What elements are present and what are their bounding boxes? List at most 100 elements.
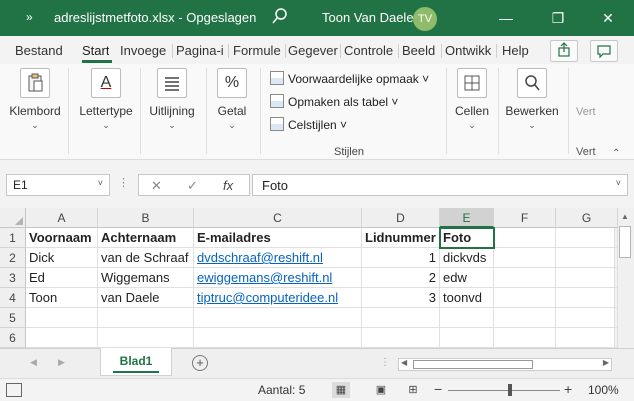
scroll-right-icon[interactable]: ▶ (603, 358, 609, 367)
cell-g1[interactable] (556, 228, 618, 248)
zoom-level[interactable]: 100% (588, 383, 619, 397)
insert-function-icon[interactable]: fx (223, 178, 233, 193)
cell-a2[interactable]: Dick (26, 248, 98, 268)
cell-d2[interactable]: 1 (362, 248, 440, 268)
column-header-f[interactable]: F (494, 208, 556, 228)
cell-d4[interactable]: 3 (362, 288, 440, 308)
cell-a6[interactable] (26, 328, 98, 348)
row-header-6[interactable]: 6 (0, 328, 26, 348)
getal-button[interactable]: % Getal ⌄ (212, 68, 252, 131)
cell-e2[interactable]: dickvds (440, 248, 494, 268)
confirm-icon[interactable]: ✓ (187, 178, 198, 194)
tab-splitter-icon[interactable]: ⋮ (380, 357, 390, 368)
quick-access-overflow-icon[interactable]: » (26, 10, 33, 24)
column-header-b[interactable]: B (98, 208, 194, 228)
cell-g4[interactable] (556, 288, 618, 308)
cell-g3[interactable] (556, 268, 618, 288)
normal-view-icon[interactable]: ▦ (332, 382, 350, 398)
search-icon[interactable] (272, 7, 288, 25)
tab-invoegen[interactable]: Invoege (120, 43, 170, 58)
collapse-ribbon-icon[interactable]: ⌃ (612, 148, 620, 159)
user-name[interactable]: Toon Van Daele (322, 10, 414, 25)
column-header-e[interactable]: E (440, 208, 494, 228)
row-header-2[interactable]: 2 (0, 248, 26, 268)
cell-d3[interactable]: 2 (362, 268, 440, 288)
cell-c3[interactable]: ewiggemans@reshift.nl (194, 268, 362, 288)
restore-button[interactable]: ❐ (548, 8, 568, 28)
zoom-slider-thumb[interactable] (508, 384, 512, 396)
row-header-4[interactable]: 4 (0, 288, 26, 308)
cell-f3[interactable] (494, 268, 556, 288)
column-header-g[interactable]: G (556, 208, 618, 228)
macro-record-icon[interactable] (6, 383, 22, 397)
cell-c2[interactable]: dvdschraaf@reshift.nl (194, 248, 362, 268)
cell-b4[interactable]: van Daele (98, 288, 194, 308)
conditional-formatting-button[interactable]: Voorwaardelijke opmaak ˅ (270, 71, 429, 91)
scroll-up-icon[interactable]: ▲ (621, 212, 629, 221)
prev-sheet-icon[interactable]: ◀ (30, 357, 37, 368)
cell-g6[interactable] (556, 328, 618, 348)
cell-b5[interactable] (98, 308, 194, 328)
bewerken-button[interactable]: Bewerken ⌄ (504, 68, 560, 131)
spreadsheet-grid[interactable]: ▲ A B C D E F G 1 Voornaam Achternaam E-mailadres L… (0, 208, 634, 348)
tab-start[interactable]: Start (82, 43, 109, 58)
tab-gegevens[interactable]: Gegever (288, 43, 338, 58)
cell-b2[interactable]: van de Schraaf (98, 248, 194, 268)
cell-d5[interactable] (362, 308, 440, 328)
page-layout-view-icon[interactable]: ▣ (372, 382, 390, 398)
cell-g2[interactable] (556, 248, 618, 268)
tab-beeld[interactable]: Beeld (402, 43, 435, 58)
cell-a3[interactable]: Ed (26, 268, 98, 288)
tab-formules[interactable]: Formule (233, 43, 285, 58)
cell-e3[interactable]: edw (440, 268, 494, 288)
vertrouwelijkheid-button[interactable]: Vert (576, 106, 596, 118)
column-header-a[interactable]: A (26, 208, 98, 228)
page-break-view-icon[interactable]: ⊞ (404, 382, 422, 398)
cell-e4[interactable]: toonvd (440, 288, 494, 308)
tab-bestand[interactable]: Bestand (15, 43, 63, 58)
cell-f1[interactable] (494, 228, 556, 248)
cell-b3[interactable]: Wiggemans (98, 268, 194, 288)
cell-c1[interactable]: E-mailadres (194, 228, 362, 248)
lettertype-button[interactable]: A Lettertype ⌄ (76, 68, 136, 131)
next-sheet-icon[interactable]: ▶ (58, 357, 65, 368)
cell-b1[interactable]: Achternaam (98, 228, 194, 248)
cell-d1[interactable]: Lidnummer (362, 228, 440, 248)
cell-styles-button[interactable]: Celstijlen ˅ (270, 117, 347, 137)
klembord-button[interactable]: Klembord ⌄ (8, 68, 62, 131)
cell-b6[interactable] (98, 328, 194, 348)
cell-f4[interactable] (494, 288, 556, 308)
cell-f2[interactable] (494, 248, 556, 268)
tab-pagina-indeling[interactable]: Pagina-i (176, 43, 226, 58)
row-header-1[interactable]: 1 (0, 228, 26, 248)
row-header-5[interactable]: 5 (0, 308, 26, 328)
name-box[interactable]: E1 ˅ (6, 174, 110, 196)
uitlijning-button[interactable]: Uitlijning ⌄ (144, 68, 200, 131)
scroll-left-icon[interactable]: ◀ (401, 358, 407, 367)
select-all-button[interactable] (0, 208, 26, 228)
cell-d6[interactable] (362, 328, 440, 348)
cell-e5[interactable] (440, 308, 494, 328)
cell-g5[interactable] (556, 308, 618, 328)
zoom-slider[interactable] (448, 390, 560, 391)
row-header-3[interactable]: 3 (0, 268, 26, 288)
close-button[interactable]: ✕ (598, 8, 618, 28)
tab-controleren[interactable]: Controle (344, 43, 398, 58)
formula-input[interactable]: Foto ˅ (252, 174, 628, 196)
cell-c5[interactable] (194, 308, 362, 328)
share-button[interactable] (550, 40, 578, 62)
sheet-tab-blad1[interactable]: Blad1 (100, 348, 172, 376)
cell-f5[interactable] (494, 308, 556, 328)
cell-c4[interactable]: tiptruc@computeridee.nl (194, 288, 362, 308)
scrollbar-thumb[interactable] (619, 226, 631, 258)
cell-e1[interactable]: Foto (439, 227, 495, 249)
comments-button[interactable] (590, 40, 618, 62)
cell-f6[interactable] (494, 328, 556, 348)
horizontal-scrollbar[interactable]: ◀ ▶ (398, 358, 612, 371)
cell-a4[interactable]: Toon (26, 288, 98, 308)
add-sheet-button[interactable]: + (192, 355, 208, 371)
cell-e6[interactable] (440, 328, 494, 348)
formula-bar-splitter-icon[interactable]: ⋮ (118, 176, 129, 189)
column-header-c[interactable]: C (194, 208, 362, 228)
cell-c6[interactable] (194, 328, 362, 348)
